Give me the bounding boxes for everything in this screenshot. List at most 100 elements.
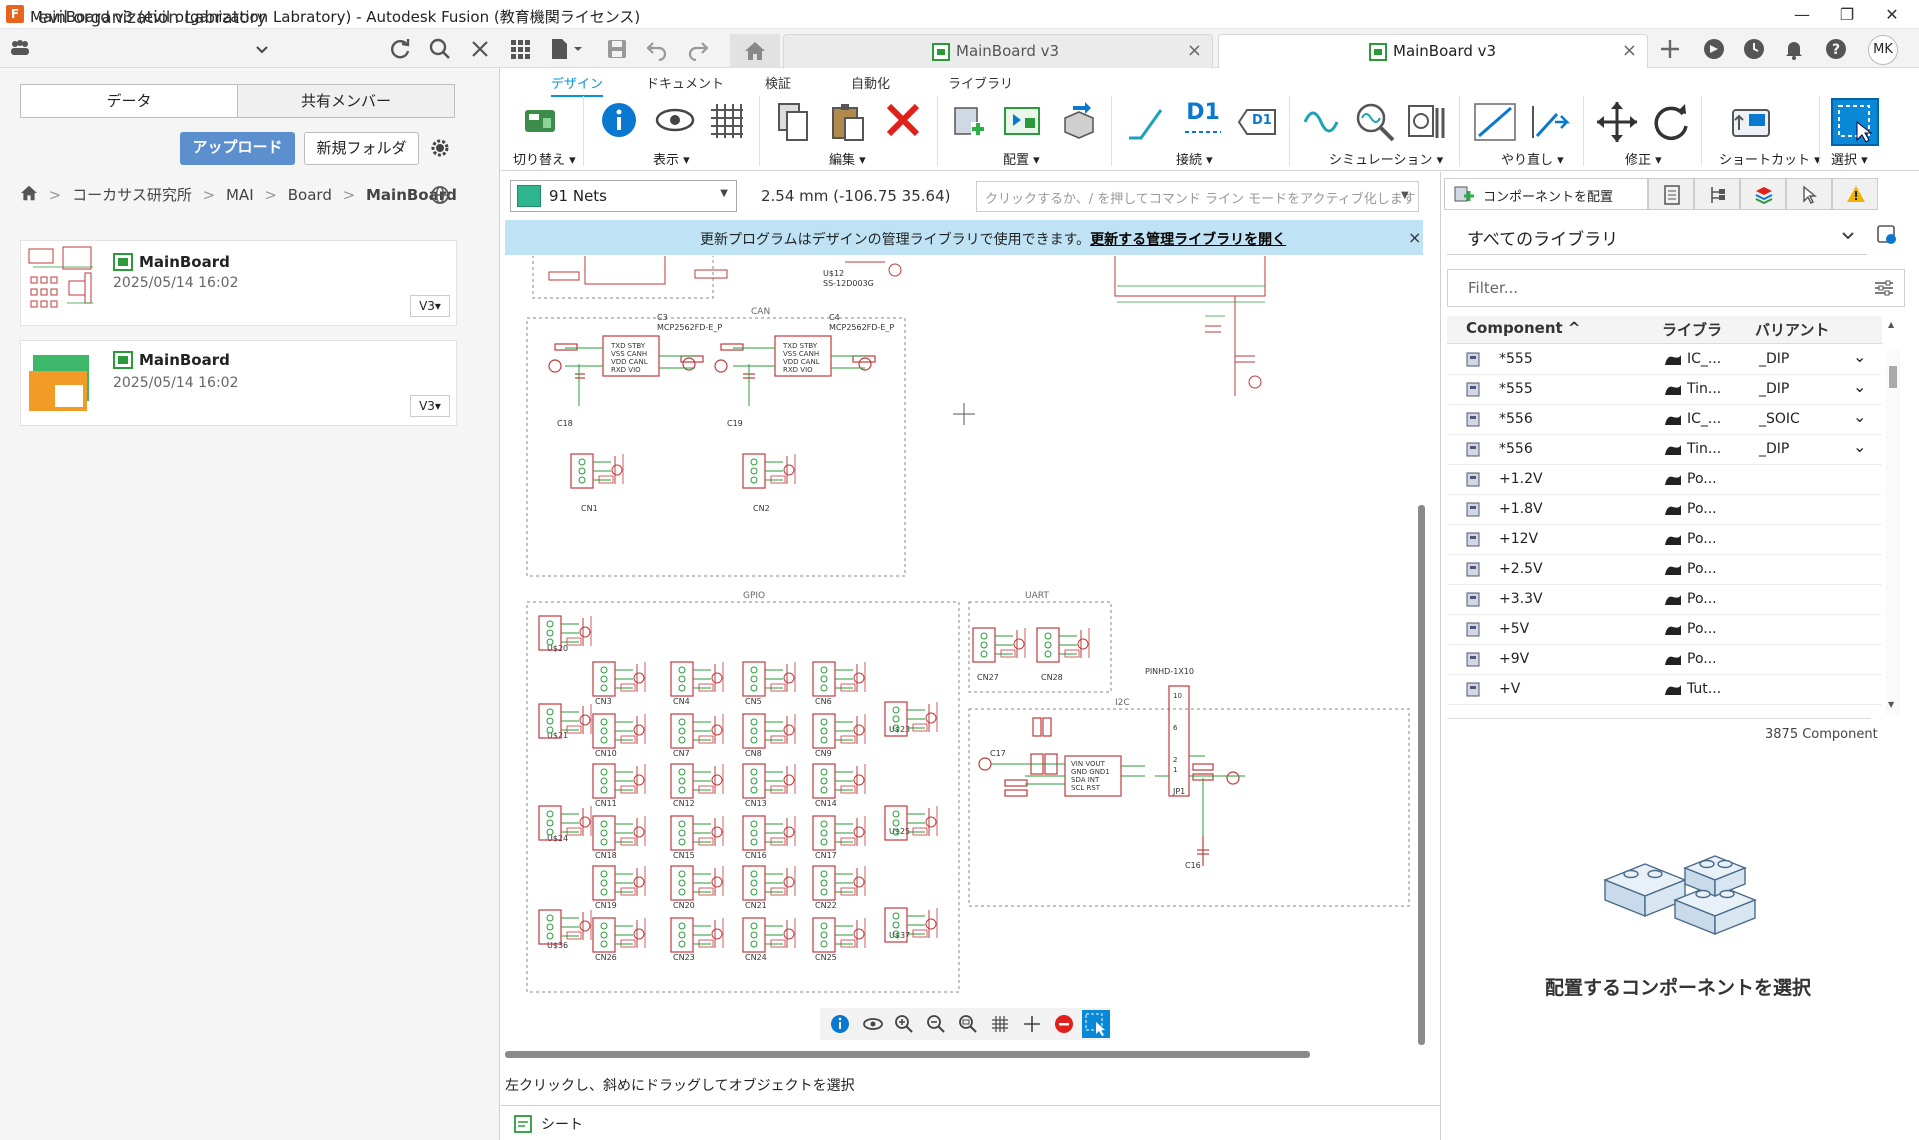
user-avatar[interactable]: MK — [1868, 35, 1898, 65]
tab-shared-members[interactable]: 共有メンバー — [237, 84, 455, 118]
group-switch-label[interactable]: 切り替え ▾ — [513, 149, 576, 168]
sine-wave-icon[interactable] — [1301, 100, 1345, 144]
home-icon[interactable] — [20, 185, 38, 205]
redraw-line-icon[interactable] — [1473, 100, 1517, 144]
copy-icon[interactable] — [773, 100, 817, 144]
select-window-icon[interactable] — [1831, 98, 1879, 146]
redo-icon[interactable] — [686, 37, 714, 63]
variant-expand-chevron-icon[interactable]: ⌄ — [1853, 347, 1866, 366]
scroll-up-icon[interactable]: ▲ — [1888, 320, 1894, 329]
grid-icon[interactable] — [707, 100, 751, 144]
file-title[interactable]: MainBoard — [139, 351, 230, 369]
label-tag-icon[interactable]: D1 — [1235, 100, 1279, 144]
open-managed-library-link[interactable]: 更新する管理ライブラリを開く — [1090, 232, 1286, 248]
delete-x-icon[interactable] — [883, 100, 927, 144]
tab-selection-filter[interactable] — [1786, 178, 1832, 210]
table-row[interactable]: +12V Po... — [1447, 525, 1882, 555]
tab-document[interactable]: ドキュメント — [646, 73, 724, 92]
rotate-icon[interactable] — [1649, 100, 1693, 144]
extensions-icon[interactable] — [1702, 37, 1730, 63]
schematic-canvas[interactable]: CAN GPIO UART I2C TXD STBY VSS CANH VDD CA… — [505, 256, 1418, 1053]
zoom-fit-icon[interactable] — [958, 1014, 978, 1034]
info-icon[interactable] — [830, 1014, 850, 1034]
version-dropdown[interactable]: V3▾ — [410, 395, 450, 417]
tab-hierarchy[interactable] — [1694, 178, 1740, 210]
net-class-select[interactable]: 91 Nets ▼ — [510, 180, 737, 212]
select-tool-icon[interactable] — [1082, 1010, 1110, 1038]
command-dropdown-icon[interactable]: ▼ — [1401, 190, 1409, 201]
table-row[interactable]: +5V Po... — [1447, 615, 1882, 645]
filter-input[interactable]: Filter... — [1447, 269, 1905, 307]
document-tab-active[interactable]: MainBoard v3 × — [1218, 34, 1648, 68]
add-library-icon[interactable] — [1876, 224, 1898, 250]
tab-warnings[interactable] — [1832, 178, 1878, 210]
group-modify-label[interactable]: 修正 ▾ — [1625, 149, 1662, 168]
search-icon[interactable] — [428, 37, 456, 63]
tab-data[interactable]: データ — [20, 84, 238, 118]
redo-arrow-icon[interactable] — [1527, 100, 1571, 144]
tab-library[interactable]: ライブラリ — [948, 73, 1013, 92]
vertical-scrollbar[interactable] — [1418, 505, 1425, 1045]
table-row[interactable]: +V Tut... — [1447, 675, 1882, 705]
library-select[interactable]: すべてのライブラリ — [1447, 217, 1867, 255]
probe-magnifier-icon[interactable] — [1353, 100, 1397, 144]
column-header-library[interactable]: ライブラ — [1662, 319, 1722, 343]
breadcrumb-item[interactable]: MAI — [226, 186, 254, 204]
tab-close-icon[interactable]: × — [1622, 40, 1637, 61]
table-row[interactable]: +2.5V Po... — [1447, 555, 1882, 585]
group-simulation-label[interactable]: シミュレーション ▾ — [1329, 149, 1443, 168]
minimize-button[interactable]: — — [1780, 2, 1824, 28]
component-list-scrollbar[interactable] — [1886, 350, 1900, 715]
stop-icon[interactable] — [1054, 1014, 1074, 1034]
breadcrumb-item[interactable]: コーカサス研究所 — [72, 184, 192, 205]
refresh-icon[interactable] — [388, 37, 416, 63]
table-row[interactable]: *555 Tin... _DIP ⌄ — [1447, 375, 1882, 405]
net-wire-icon[interactable] — [1125, 100, 1169, 144]
version-dropdown[interactable]: V3▾ — [410, 295, 450, 317]
table-row[interactable]: +1.8V Po... — [1447, 495, 1882, 525]
maximize-button[interactable]: ❐ — [1825, 2, 1869, 28]
sheet-icon[interactable] — [513, 1114, 533, 1134]
close-panel-icon[interactable] — [468, 37, 496, 63]
info-icon[interactable] — [599, 100, 643, 144]
app-grid-icon[interactable] — [508, 37, 536, 63]
notification-bell-icon[interactable] — [1782, 37, 1810, 63]
switch-to-pcb-icon[interactable] — [519, 100, 563, 144]
undo-icon[interactable] — [645, 37, 673, 63]
grid-icon[interactable] — [990, 1014, 1010, 1034]
group-redo-label[interactable]: やり直し ▾ — [1501, 149, 1564, 168]
shortcut-icon[interactable] — [1729, 100, 1773, 144]
show-eye-icon[interactable] — [653, 100, 697, 144]
new-tab-plus-icon[interactable] — [1658, 37, 1686, 63]
sheet-label[interactable]: シート — [541, 1114, 583, 1134]
close-window-button[interactable]: ✕ — [1870, 2, 1914, 28]
group-select-label[interactable]: 選択 ▾ — [1831, 149, 1868, 168]
group-connect-label[interactable]: 接続 ▾ — [1176, 149, 1213, 168]
file-card[interactable]: MainBoard 2025/05/14 16:02 V3▾ — [20, 240, 457, 326]
place-component-icon[interactable] — [949, 100, 993, 144]
team-chevron-down-icon[interactable] — [255, 41, 269, 59]
place-3d-package-icon[interactable] — [1057, 100, 1101, 144]
visibility-eye-icon[interactable] — [862, 1016, 884, 1032]
document-tab[interactable]: MainBoard v3 × — [783, 34, 1213, 68]
paste-icon[interactable] — [827, 100, 871, 144]
tab-place-component[interactable]: コンポーネントを配置 — [1444, 178, 1648, 210]
column-header-variant[interactable]: バリアント — [1755, 319, 1829, 343]
table-row[interactable]: +3.3V Po... — [1447, 585, 1882, 615]
tab-close-icon[interactable]: × — [1187, 40, 1202, 61]
simulation-settings-icon[interactable] — [1405, 100, 1449, 144]
filter-options-icon[interactable] — [1874, 279, 1894, 301]
variant-expand-chevron-icon[interactable]: ⌄ — [1853, 377, 1866, 396]
table-row[interactable]: +9V Po... — [1447, 645, 1882, 675]
tab-verify[interactable]: 検証 — [765, 73, 791, 92]
crosshair-icon[interactable] — [1022, 1014, 1042, 1034]
scroll-down-icon[interactable]: ▼ — [1888, 700, 1894, 709]
tab-parts-list[interactable] — [1648, 178, 1694, 210]
table-row[interactable]: *556 Tin... _DIP ⌄ — [1447, 435, 1882, 465]
table-row[interactable]: +1.2V Po... — [1447, 465, 1882, 495]
place-module-icon[interactable] — [1001, 100, 1045, 144]
horizontal-scrollbar[interactable] — [505, 1051, 1310, 1058]
move-arrows-icon[interactable] — [1595, 100, 1639, 144]
job-status-icon[interactable] — [1742, 37, 1770, 63]
zoom-out-icon[interactable] — [926, 1014, 946, 1034]
